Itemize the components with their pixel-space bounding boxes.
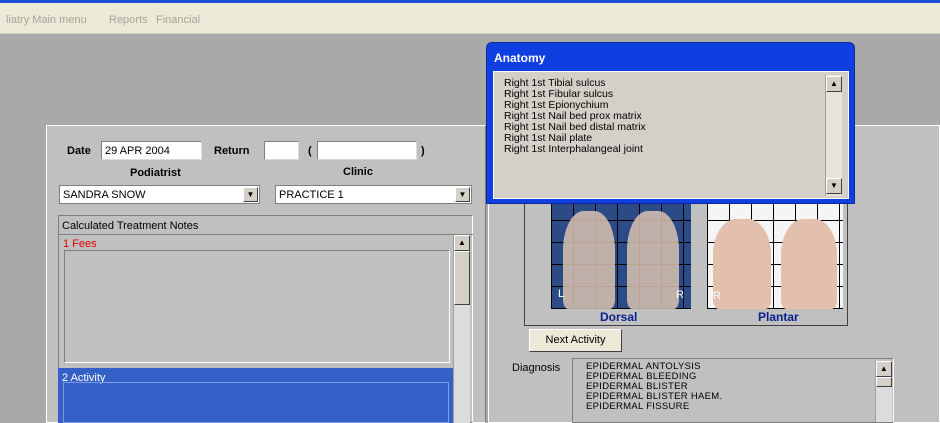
next-activity-button[interactable]: Next Activity — [529, 329, 622, 352]
menu-bar: liatry Main menu Reports Financial — [0, 3, 940, 34]
return-extra-field[interactable] — [317, 141, 417, 160]
diagnosis-label: Diagnosis — [512, 362, 561, 374]
date-label: Date — [67, 145, 91, 157]
plantar-caption: Plantar — [758, 310, 799, 324]
right-leg-shape — [627, 211, 679, 309]
anatomy-body: Right 1st Tibial sulcus Right 1st Fibula… — [493, 71, 849, 199]
menu-item-reports[interactable]: Reports — [109, 14, 148, 26]
plantar-foot-image[interactable] — [707, 198, 843, 309]
treatment-notes-heading: Calculated Treatment Notes — [62, 220, 199, 232]
dorsal-right-marker: R — [676, 289, 684, 301]
open-paren: ( — [308, 145, 312, 157]
right-sole-shape — [781, 219, 837, 309]
list-item[interactable]: Right 1st Interphalangeal joint — [504, 144, 643, 155]
anatomy-title: Anatomy — [494, 51, 546, 65]
dorsal-foot-image[interactable] — [551, 198, 691, 309]
scroll-thumb[interactable] — [454, 251, 470, 305]
chevron-down-icon[interactable]: ▼ — [455, 187, 470, 202]
left-sole-shape — [713, 219, 771, 309]
menu-item-main-menu[interactable]: liatry Main menu — [6, 14, 87, 26]
podiatrist-label: Podiatrist — [130, 167, 181, 179]
scroll-thumb[interactable] — [876, 377, 892, 387]
return-field[interactable] — [264, 141, 299, 160]
dorsal-caption: Dorsal — [600, 310, 638, 324]
clinic-value: PRACTICE 1 — [279, 189, 344, 201]
diagnosis-list[interactable]: EPIDERMAL ANTOLYSIS EPIDERMAL BLEEDING E… — [572, 358, 894, 423]
podiatrist-value: SANDRA SNOW — [63, 189, 146, 201]
scroll-up-icon[interactable]: ▲ — [454, 235, 470, 251]
clinic-select[interactable]: PRACTICE 1 ▼ — [275, 185, 472, 204]
return-label: Return — [214, 145, 250, 157]
anatomy-scrollbar[interactable]: ▲ ▼ — [825, 75, 842, 196]
dorsal-left-marker: L — [558, 288, 565, 300]
date-value: 29 APR 2004 — [105, 145, 170, 157]
fees-notes-area[interactable] — [64, 250, 450, 363]
scroll-up-icon[interactable]: ▲ — [876, 361, 892, 377]
left-leg-shape — [563, 211, 615, 309]
fees-label: 1 Fees — [63, 238, 97, 250]
plantar-marker: R — [713, 290, 721, 302]
diagnosis-scrollbar[interactable]: ▲ — [875, 361, 892, 422]
list-item[interactable]: EPIDERMAL FISSURE — [586, 402, 689, 412]
chevron-down-icon[interactable]: ▼ — [243, 187, 258, 202]
menu-item-financial[interactable]: Financial — [156, 14, 200, 26]
activity-notes-area[interactable] — [63, 382, 449, 423]
divider — [58, 234, 473, 235]
podiatrist-select[interactable]: SANDRA SNOW ▼ — [59, 185, 260, 204]
anatomy-list[interactable]: Right 1st Tibial sulcus Right 1st Fibula… — [498, 75, 844, 196]
scroll-down-icon[interactable]: ▼ — [826, 178, 842, 194]
notes-scrollbar[interactable]: ▲ — [453, 235, 470, 423]
close-paren: ) — [421, 145, 425, 157]
clinic-label: Clinic — [343, 166, 373, 178]
date-field[interactable]: 29 APR 2004 — [101, 141, 202, 160]
anatomy-window: Anatomy Right 1st Tibial sulcus Right 1s… — [486, 42, 855, 204]
scroll-up-icon[interactable]: ▲ — [826, 76, 842, 92]
